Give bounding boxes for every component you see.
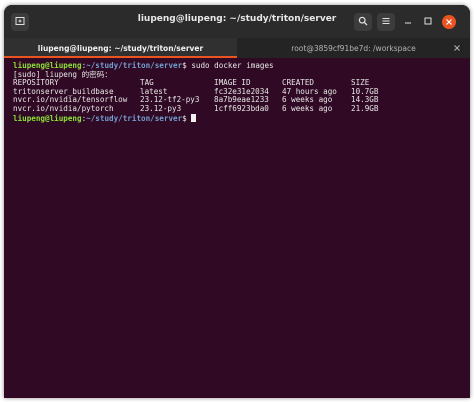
text-cursor (191, 113, 197, 122)
table-row: nvcr.io/nvidia/pytorch 23.12-py3 1cff6923b… (13, 103, 470, 114)
maximize-icon (423, 13, 433, 31)
search-button[interactable] (354, 13, 372, 31)
cell-size: 21.9GB (351, 103, 379, 113)
current-prompt-line[interactable]: liupeng@liupeng:~/study/triton/server$ (13, 113, 470, 123)
prompt-path: ~/study/triton/server (86, 113, 183, 123)
prompt-path: ~/study/triton/server (86, 61, 183, 70)
minimize-icon (403, 13, 413, 31)
maximize-button[interactable] (422, 16, 434, 28)
window-title: liupeng@liupeng: ~/study/triton/server (137, 14, 337, 24)
close-button[interactable] (442, 15, 456, 29)
hamburger-menu-icon (381, 13, 391, 31)
tab-label: liupeng@liupeng: ~/study/triton/server (37, 43, 204, 53)
prompt-symbol: $ (182, 61, 192, 70)
title-bar[interactable]: liupeng@liupeng: ~/study/triton/server (4, 5, 470, 38)
command-text: sudo docker images (191, 61, 274, 70)
cell-image-id: 1cff6923bda0 (214, 103, 269, 113)
terminal-window: liupeng@liupeng: ~/study/triton/server l… (4, 5, 470, 398)
tab-liupeng-server[interactable]: liupeng@liupeng: ~/study/triton/server (4, 38, 237, 58)
cell-repository: nvcr.io/nvidia/pytorch (13, 103, 114, 113)
close-tab-icon[interactable] (452, 43, 462, 53)
prompt-symbol: $ (182, 113, 192, 123)
tab-root-workspace[interactable]: root@3859cf91be7d: /workspace (237, 38, 470, 58)
tab-bar: liupeng@liupeng: ~/study/triton/server r… (4, 38, 470, 58)
menu-button[interactable] (377, 13, 395, 31)
close-icon (445, 13, 453, 31)
search-icon (358, 13, 368, 31)
cell-tag: 23.12-py3 (140, 103, 182, 113)
terminal-output[interactable]: liupeng@liupeng:~/study/triton/server$ s… (4, 58, 470, 398)
cell-created: 6 weeks ago (282, 103, 333, 113)
prompt-user: liupeng@liupeng (13, 61, 82, 70)
tab-label: root@3859cf91be7d: /workspace (291, 43, 416, 53)
minimize-button[interactable] (402, 16, 414, 28)
prompt-user: liupeng@liupeng (13, 113, 82, 123)
